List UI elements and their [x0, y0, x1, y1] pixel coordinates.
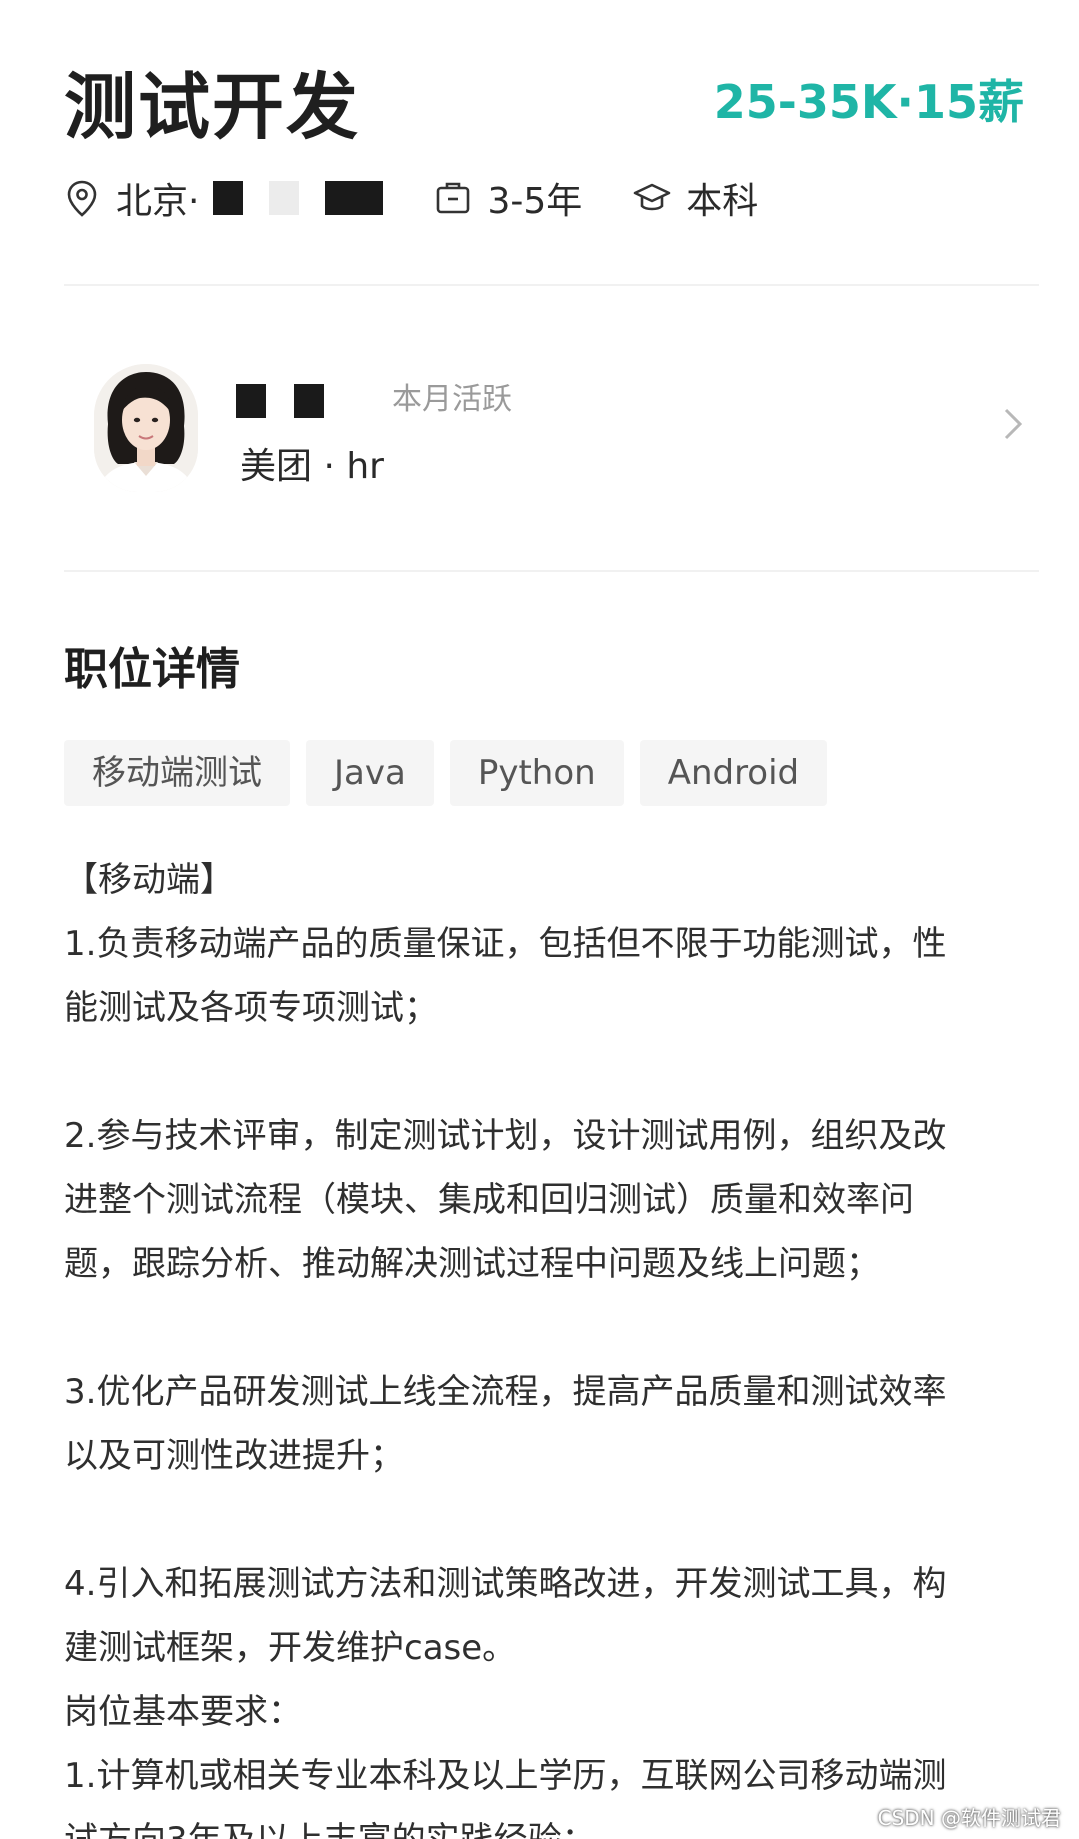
redacted-block	[213, 181, 244, 215]
recruiter-card[interactable]: 本月活跃 美团 · hr	[64, 340, 1024, 510]
location-item[interactable]: 北京·	[62, 172, 384, 224]
salary-range: 25-35K·15薪	[713, 75, 1024, 129]
description-line: 岗位基本要求：	[64, 1692, 302, 1732]
avatar	[94, 364, 198, 492]
recruiter-name-redacted	[236, 384, 324, 418]
job-meta-row: 北京· 3-5年 本科	[62, 172, 758, 224]
skill-tag: Python	[449, 740, 624, 806]
job-description: 【移动端】 1.负责移动端产品的质量保证，包括但不限于功能测试，性 能测试及各项…	[64, 848, 1024, 1839]
experience-text: 3-5年	[487, 181, 583, 222]
skill-tag: Java	[306, 740, 434, 806]
divider	[64, 570, 1039, 572]
redacted-block	[269, 181, 300, 215]
description-line: 4.引入和拓展测试方法和测试策略改进，开发测试工具，构	[64, 1564, 947, 1604]
description-line: 1.计算机或相关专业本科及以上学历，互联网公司移动端测	[64, 1756, 947, 1796]
skill-tag: Android	[639, 740, 828, 806]
description-line: 建测试框架，开发维护case。	[64, 1628, 517, 1668]
description-line: 2.参与技术评审，制定测试计划，设计测试用例，组织及改	[64, 1116, 947, 1156]
briefcase-icon	[437, 182, 470, 214]
section-title: 职位详情	[64, 644, 240, 695]
redacted-block	[325, 181, 384, 215]
description-line: 【移动端】	[64, 860, 234, 900]
recruiter-company-role: 美团 · hr	[240, 446, 384, 487]
description-line: 题，跟踪分析、推动解决测试过程中问题及线上问题；	[64, 1244, 880, 1284]
description-line: 3.优化产品研发测试上线全流程，提高产品质量和测试效率	[64, 1372, 947, 1412]
experience-item: 3-5年	[433, 172, 582, 224]
education-text: 本科	[686, 181, 759, 222]
graduation-cap-icon	[633, 183, 671, 211]
description-line: 1.负责移动端产品的质量保证，包括但不限于功能测试，性	[64, 924, 947, 964]
job-detail-page: 测试开发 25-35K·15薪 北京· 3-5年 本科 本月活跃 美团 · hr…	[0, 0, 1079, 1839]
skill-tag: 移动端测试	[64, 740, 290, 806]
job-title: 测试开发	[64, 65, 361, 149]
location-text: 北京·	[116, 181, 200, 222]
education-item: 本科	[632, 172, 758, 224]
divider	[64, 284, 1039, 286]
description-line: 能测试及各项专项测试；	[64, 988, 438, 1028]
location-pin-icon	[67, 180, 97, 217]
description-line: 以及可测性改进提升；	[64, 1436, 404, 1476]
description-line: 进整个测试流程（模块、集成和回归测试）质量和效率问	[64, 1180, 914, 1220]
chevron-right-icon[interactable]	[998, 404, 1028, 444]
active-status: 本月活跃	[392, 382, 512, 417]
watermark: CSDN @软件测试君	[877, 1806, 1061, 1830]
skill-tags: 移动端测试 Java Python Android	[64, 740, 828, 806]
